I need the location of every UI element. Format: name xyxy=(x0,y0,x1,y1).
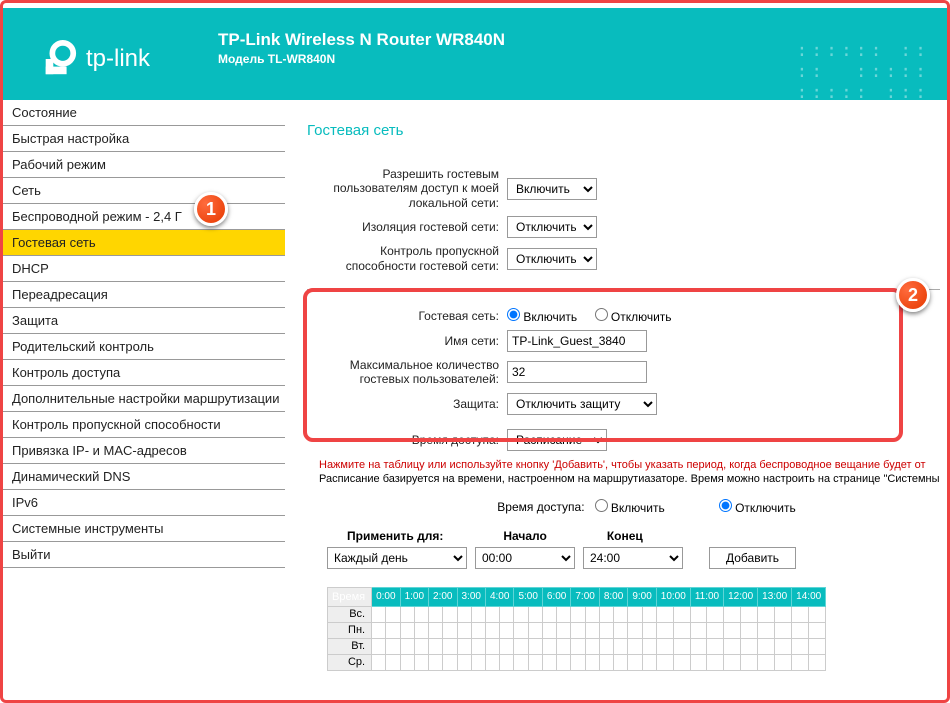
nav-item[interactable]: Динамический DNS xyxy=(0,464,285,490)
isolation-select[interactable]: Отключить xyxy=(507,216,597,238)
end-select[interactable]: 24:00 xyxy=(583,547,683,569)
hint-red: Нажмите на таблицу или используйте кнопк… xyxy=(319,459,940,471)
access-off-radio[interactable] xyxy=(719,499,732,512)
marker-2: 2 xyxy=(896,278,930,312)
nav-item[interactable]: Быстрая настройка xyxy=(0,126,285,152)
product-title: TP-Link Wireless N Router WR840N xyxy=(218,30,505,50)
allow-local-label: Разрешить гостевым пользователям доступ … xyxy=(307,167,507,210)
schedule-grid[interactable]: Время0:001:002:003:004:005:006:007:008:0… xyxy=(327,587,940,671)
bandwidth-select[interactable]: Отключить xyxy=(507,248,597,270)
max-users-label: Максимальное количество гостевых пользов… xyxy=(307,358,507,387)
access-radio-label: Время доступа: xyxy=(497,500,584,514)
nav-item[interactable]: Гостевая сеть xyxy=(0,230,285,256)
start-select[interactable]: 00:00 xyxy=(475,547,575,569)
access-time-select[interactable]: Расписание xyxy=(507,429,607,451)
brand-logo: tp-link xyxy=(40,40,150,78)
tplink-logo-icon xyxy=(40,40,78,78)
bandwidth-label: Контроль пропускной способности гостевой… xyxy=(307,244,507,273)
nav-item[interactable]: Контроль пропускной способности xyxy=(0,412,285,438)
marker-1: 1 xyxy=(194,192,228,226)
access-on-radio[interactable] xyxy=(595,499,608,512)
add-button[interactable]: Добавить xyxy=(709,547,796,569)
nav-item[interactable]: Состояние xyxy=(0,100,285,126)
end-label: Конец xyxy=(607,529,643,543)
guest-off-radio[interactable] xyxy=(595,308,608,321)
nav-item[interactable]: Родительский контроль xyxy=(0,334,285,360)
isolation-label: Изоляция гостевой сети: xyxy=(307,220,507,234)
content-pane: Гостевая сеть Разрешить гостевым пользов… xyxy=(285,100,950,703)
start-label: Начало xyxy=(503,529,546,543)
brand-text: tp-link xyxy=(86,45,150,73)
access-time-label: Время доступа: xyxy=(307,433,507,447)
nav-item[interactable]: Рабочий режим xyxy=(0,152,285,178)
nav-item[interactable]: Контроль доступа xyxy=(0,360,285,386)
sidebar-nav: СостояниеБыстрая настройкаРабочий режимС… xyxy=(0,100,285,703)
max-users-input[interactable] xyxy=(507,361,647,383)
nav-item[interactable]: Привязка IP- и MAC-адресов xyxy=(0,438,285,464)
product-model: Модель TL-WR840N xyxy=(218,52,335,66)
nav-item[interactable]: Защита xyxy=(0,308,285,334)
apply-for-select[interactable]: Каждый день xyxy=(327,547,467,569)
nav-item[interactable]: DHCP xyxy=(0,256,285,282)
apply-for-label: Применить для: xyxy=(347,529,443,543)
nav-item[interactable]: Выйти xyxy=(0,542,285,568)
nav-item[interactable]: IPv6 xyxy=(0,490,285,516)
guest-on-radio[interactable] xyxy=(507,308,520,321)
nav-item[interactable]: Системные инструменты xyxy=(0,516,285,542)
guest-network-label: Гостевая сеть: xyxy=(307,309,507,323)
page-title: Гостевая сеть xyxy=(307,122,940,139)
allow-local-select[interactable]: Включить xyxy=(507,178,597,200)
security-label: Защита: xyxy=(307,397,507,411)
header: tp-link TP-Link Wireless N Router WR840N… xyxy=(0,0,950,100)
nav-item[interactable]: Сеть xyxy=(0,178,285,204)
nav-item[interactable]: Дополнительные настройки маршрутизации xyxy=(0,386,285,412)
header-decor: :::::: :::: :::::::::: ::: xyxy=(796,40,930,103)
nav-item[interactable]: Беспроводной режим - 2,4 Г xyxy=(0,204,285,230)
nav-item[interactable]: Переадресация xyxy=(0,282,285,308)
ssid-input[interactable] xyxy=(507,330,647,352)
hint-black: Расписание базируется на времени, настро… xyxy=(319,473,940,485)
ssid-label: Имя сети: xyxy=(307,334,507,348)
security-select[interactable]: Отключить защиту xyxy=(507,393,657,415)
